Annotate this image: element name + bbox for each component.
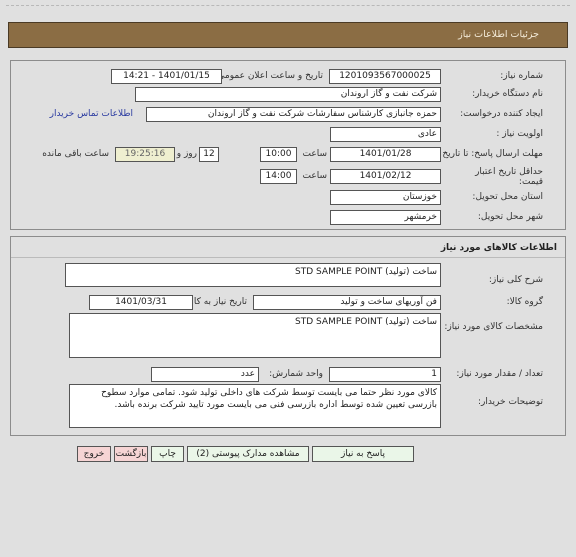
need-number-field[interactable]: 1201093567000025	[329, 69, 441, 84]
validity-time-field[interactable]: 14:00	[260, 169, 297, 184]
buyer-org-label: نام دستگاه خریدار:	[472, 89, 543, 99]
announce-label: تاریخ و ساعت اعلان عمومی:	[214, 71, 323, 81]
announce-date-field[interactable]: 1401/01/15 - 14:21	[111, 69, 222, 84]
group-field[interactable]: فن آوریهای ساخت و تولید	[253, 295, 441, 310]
buyer-org-field[interactable]: شرکت نفت و گاز اروندان	[135, 87, 441, 102]
creator-label: ایجاد کننده درخواست:	[460, 109, 543, 119]
creator-field[interactable]: حمزه جانبازی کارشناس سفارشات شرکت نفت و …	[146, 107, 441, 122]
city-field[interactable]: خرمشهر	[330, 210, 441, 225]
summary-label: شرح کلی نیاز:	[488, 275, 543, 285]
reply-button[interactable]: پاسخ به نیاز	[312, 446, 414, 462]
back-button[interactable]: بازگشت	[114, 446, 148, 462]
unit-label: واحد شمارش:	[269, 369, 323, 379]
priority-field[interactable]: عادی	[330, 127, 441, 142]
spec-label: مشخصات کالای مورد نیاز:	[444, 322, 543, 332]
buyer-notes-label: توضیحات خریدار:	[477, 397, 543, 407]
goods-section-title: اطلاعات کالاهای مورد نیاز	[440, 243, 557, 253]
exit-button[interactable]: خروج	[77, 446, 111, 462]
print-button[interactable]: چاپ	[151, 446, 184, 462]
deadline-date-field[interactable]: 1401/01/28	[330, 147, 441, 162]
need-info-panel: شماره نیاز: 1201093567000025 تاریخ و ساع…	[10, 60, 566, 230]
buyer-notes-field[interactable]: کالای مورد نظر حتما می بایست توسط شرکت ه…	[69, 384, 441, 428]
validity-time-label: ساعت	[302, 171, 328, 181]
goods-info-panel: اطلاعات کالاهای مورد نیاز شرح کلی نیاز: …	[10, 236, 566, 436]
buyer-contact-link[interactable]: اطلاعات تماس خریدار	[50, 109, 133, 119]
validity-date-field[interactable]: 1401/02/12	[330, 169, 441, 184]
attachments-button[interactable]: مشاهده مدارک پیوستی (2)	[187, 446, 309, 462]
days-and-label: روز و	[176, 149, 197, 159]
need-number-label: شماره نیاز:	[500, 71, 543, 81]
city-label: شهر محل تحویل:	[477, 212, 543, 222]
province-label: استان محل تحویل:	[472, 192, 543, 202]
top-divider	[6, 5, 570, 6]
province-field[interactable]: خوزستان	[330, 190, 441, 205]
deadline-time-label: ساعت	[302, 149, 328, 159]
time-remaining-label: ساعت باقی مانده	[42, 149, 109, 159]
deadline-label: مهلت ارسال پاسخ: تا تاریخ :	[436, 149, 543, 159]
deadline-time-field[interactable]: 10:00	[260, 147, 297, 162]
page-header: جزئیات اطلاعات نیاز	[8, 22, 568, 48]
need-date-label: تاریخ نیاز به کالا:	[185, 297, 247, 307]
validity-label: حداقل تاریخ اعتبار قیمت:	[475, 167, 543, 187]
summary-field[interactable]: ساخت (تولید) STD SAMPLE POINT	[65, 263, 441, 287]
group-label: گروه کالا:	[506, 297, 543, 307]
qty-label: تعداد / مقدار مورد نیاز:	[456, 369, 543, 379]
page-title: جزئیات اطلاعات نیاز	[458, 29, 539, 40]
unit-field[interactable]: عدد	[151, 367, 259, 382]
time-remaining-field: 19:25:16	[115, 147, 175, 162]
qty-field[interactable]: 1	[329, 367, 441, 382]
section-divider	[11, 257, 565, 258]
days-remaining-field[interactable]: 12	[199, 147, 219, 162]
priority-label: اولویت نیاز :	[496, 129, 543, 139]
spec-field[interactable]: ساخت (تولید) STD SAMPLE POINT	[69, 313, 441, 358]
need-date-field[interactable]: 1401/03/31	[89, 295, 193, 310]
